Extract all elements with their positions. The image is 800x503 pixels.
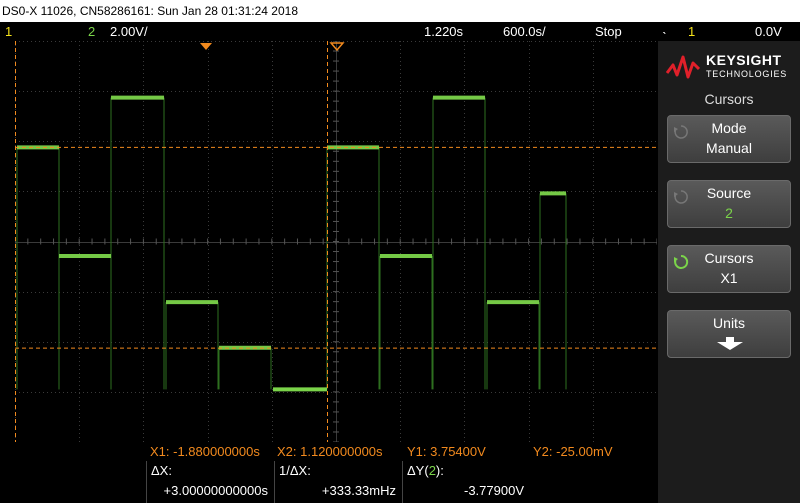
delta-y-label-end: ): [435, 463, 444, 478]
menu-title: Cursors [704, 91, 754, 107]
mode-softkey[interactable]: Mode Manual [667, 115, 791, 163]
logo-sub: TECHNOLOGIES [706, 69, 788, 79]
cursor-y2-readout: Y2: -25.00mV [533, 444, 613, 459]
delta-y-label-start: ΔY( [407, 463, 429, 478]
keysight-wave-icon [666, 55, 700, 79]
title-text: DS0-X 11026, CN58286161: Sun Jan 28 01:3… [2, 4, 299, 18]
units-softkey[interactable]: Units [667, 310, 791, 358]
logo-brand: KEYSIGHT [706, 52, 782, 68]
trigger-channel[interactable]: 1 [688, 22, 695, 41]
units-label: Units [713, 315, 745, 331]
waveform-display[interactable] [15, 41, 657, 442]
inverse-delta-x-value: +333.33mHz [321, 483, 396, 498]
time-scale[interactable]: 600.0s/ [503, 22, 546, 41]
time-delay[interactable]: 1.220s [424, 22, 463, 41]
channel2-scale[interactable]: 2.00V/ [110, 22, 148, 41]
delta-y-label: ΔY(2): [407, 463, 444, 478]
delta-y-cell: ΔY(2): -3.77900V [402, 461, 530, 503]
arrow-down-icon [717, 337, 743, 350]
delta-y-channel: 2 [428, 463, 436, 478]
channel2-indicator[interactable]: 2 [88, 22, 95, 41]
trigger-edge-icon: ˴ [662, 23, 667, 39]
source-label: Source [706, 185, 752, 201]
channel2-waveform [17, 95, 566, 350]
cursors-label: Cursors [704, 250, 754, 266]
measurement-bar: ΔX: +3.00000000000s 1/ΔX: +333.33mHz ΔY(… [0, 461, 658, 503]
cursor-readout: X1: -1.880000000s X2: 1.120000000s Y1: 3… [0, 442, 658, 461]
source-value: 2 [725, 205, 733, 221]
source-softkey[interactable]: Source 2 [667, 180, 791, 228]
cursor-y1-readout: Y1: 3.75400V [407, 444, 486, 459]
run-state[interactable]: Stop [595, 22, 622, 41]
cursors-softkey[interactable]: Cursors X1 [667, 245, 791, 293]
inverse-delta-x-label: 1/ΔX: [279, 463, 311, 478]
cursor-x2-readout: X2: 1.120000000s [277, 444, 383, 459]
keysight-logo: KEYSIGHT TECHNOLOGIES [666, 49, 796, 85]
trigger-level[interactable]: 0.0V [755, 22, 782, 41]
mode-value: Manual [706, 140, 752, 156]
inverse-delta-x-cell: 1/ΔX: +333.33mHz [274, 461, 402, 503]
delta-x-value: +3.00000000000s [163, 483, 268, 498]
cursor-x1-readout: X1: -1.880000000s [150, 444, 260, 459]
cursors-value: X1 [720, 270, 738, 286]
title-bar: DS0-X 11026, CN58286161: Sun Jan 28 01:3… [0, 0, 800, 22]
mode-label: Mode [711, 120, 747, 136]
delta-y-value: -3.77900V [464, 483, 524, 498]
channel1-indicator[interactable]: 1 [5, 22, 12, 41]
trigger-position-marker [200, 43, 212, 50]
delta-x-cell: ΔX: +3.00000000000s [146, 461, 274, 503]
softkey-panel: KEYSIGHT TECHNOLOGIES Cursors Mode Manua… [658, 41, 800, 503]
delta-x-label: ΔX: [151, 463, 172, 478]
waveform-graticule [15, 41, 657, 442]
status-bar: 1 2 2.00V/ 1.220s 600.0s/ Stop ˴ 1 0.0V [0, 22, 800, 41]
